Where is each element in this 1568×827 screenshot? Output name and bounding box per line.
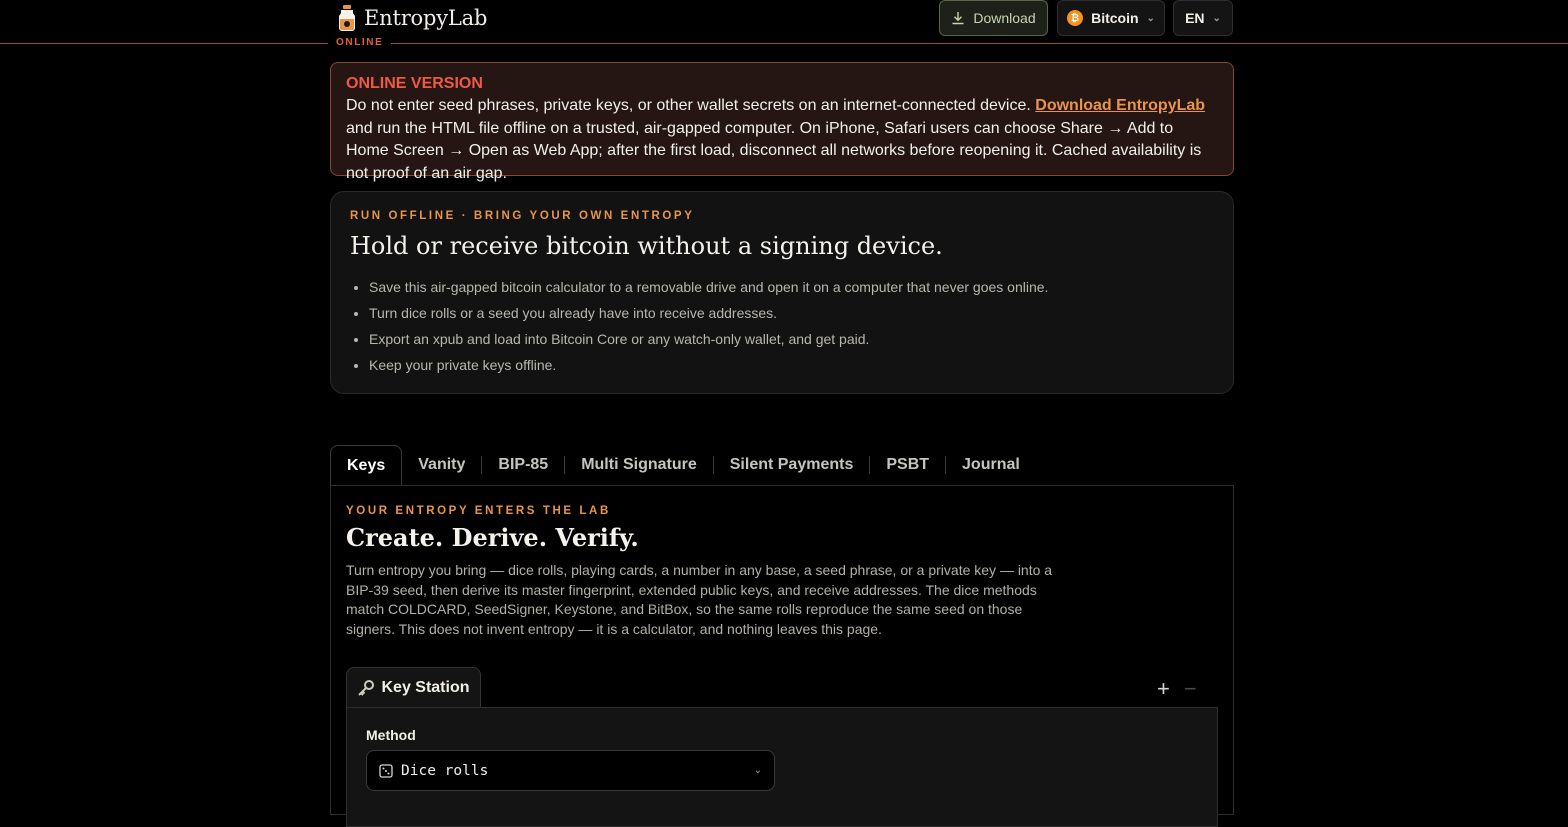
tab-keys[interactable]: Keys [330, 444, 403, 486]
tab-psbt[interactable]: PSBT [870, 456, 945, 474]
main-tabs: Keys Vanity BIP-85 Multi Signature Silen… [330, 444, 1036, 486]
tab-journal[interactable]: Journal [946, 456, 1036, 474]
download-button[interactable]: Download [939, 0, 1048, 36]
hero-bullet: Keep your private keys offline. [369, 352, 1214, 378]
language-selector[interactable]: EN ⌄ [1173, 0, 1233, 36]
language-label: EN [1185, 10, 1205, 26]
online-warning-banner: ONLINE VERSION Do not enter seed phrases… [330, 62, 1234, 182]
flask-logo-icon [339, 5, 355, 31]
tab-multi-signature[interactable]: Multi Signature [565, 456, 713, 474]
keys-panel: YOUR ENTROPY ENTERS THE LAB Create. Deri… [330, 485, 1234, 827]
panel-title: Create. Derive. Verify. [346, 523, 639, 552]
warning-text: Do not enter seed phrases, private keys,… [346, 95, 1218, 185]
hero-bullet: Save this air-gapped bitcoin calculator … [369, 274, 1214, 300]
chevron-down-icon: ⌄ [1212, 12, 1221, 24]
download-icon [952, 12, 964, 25]
chain-selector[interactable]: ₿ Bitcoin ⌄ [1057, 0, 1165, 36]
bitcoin-icon: ₿ [1067, 10, 1084, 26]
hero-eyebrow: RUN OFFLINE · BRING YOUR OWN ENTROPY [350, 210, 695, 222]
warning-text-after: and run the HTML file offline on a trust… [346, 119, 1202, 182]
online-mode-label: ONLINE [328, 37, 392, 48]
dice-icon [379, 763, 393, 778]
key-station-title: Key Station [381, 679, 470, 696]
key-station-tab[interactable]: Key Station [346, 667, 481, 708]
hero-bullet: Turn dice rolls or a seed you already ha… [369, 300, 1214, 326]
tab-silent-payments[interactable]: Silent Payments [714, 456, 870, 474]
add-station-button[interactable]: + [1157, 676, 1170, 702]
remove-station-button[interactable]: − [1184, 676, 1197, 702]
key-station-body: Method Dice rolls ⌄ [346, 707, 1218, 827]
method-label: Method [366, 727, 416, 743]
chain-label: Bitcoin [1091, 10, 1139, 26]
warning-text-before: Do not enter seed phrases, private keys,… [346, 97, 1036, 114]
warning-title: ONLINE VERSION [346, 75, 483, 92]
hero-bullet: Export an xpub and load into Bitcoin Cor… [369, 326, 1214, 352]
panel-eyebrow: YOUR ENTROPY ENTERS THE LAB [346, 505, 611, 517]
hero-title: Hold or receive bitcoin without a signin… [350, 232, 943, 260]
tab-bip85[interactable]: BIP-85 [482, 456, 564, 474]
method-select[interactable]: Dice rolls ⌄ [366, 750, 775, 791]
download-label: Download [973, 10, 1036, 26]
header-divider [0, 43, 1568, 44]
method-value: Dice rolls [401, 762, 489, 779]
logo[interactable]: EntropyLab [336, 4, 487, 32]
brand-name: EntropyLab [364, 6, 488, 30]
tab-vanity[interactable]: Vanity [402, 456, 481, 474]
key-icon [358, 680, 375, 696]
chevron-down-icon: ⌄ [753, 765, 762, 776]
hero-bullets: Save this air-gapped bitcoin calculator … [350, 274, 1214, 378]
station-actions: + − [1157, 676, 1197, 702]
download-link[interactable]: Download EntropyLab [1035, 97, 1205, 114]
panel-description: Turn entropy you bring — dice rolls, pla… [346, 562, 1053, 637]
chevron-down-icon: ⌄ [1146, 12, 1155, 24]
hero-card: RUN OFFLINE · BRING YOUR OWN ENTROPY Hol… [330, 191, 1234, 394]
